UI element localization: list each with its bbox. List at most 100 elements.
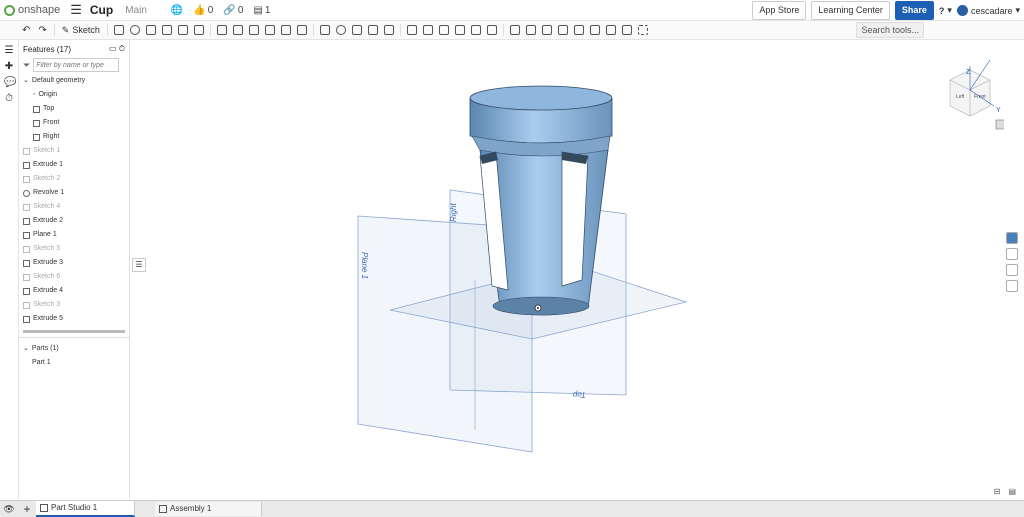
tab-part-studio-1[interactable]: Part Studio 1: [36, 501, 135, 517]
variables-table-icon[interactable]: [1006, 280, 1018, 292]
sketch-icon: [23, 245, 30, 253]
document-title[interactable]: Cup: [90, 3, 113, 17]
split-icon[interactable]: [351, 25, 362, 35]
menu-icon[interactable]: ☰: [70, 2, 82, 18]
help-menu[interactable]: ? ▾: [939, 5, 952, 16]
variable-icon[interactable]: [525, 25, 536, 35]
add-tab-icon[interactable]: +: [18, 502, 36, 516]
tab-manager-icon[interactable]: 👁: [0, 504, 18, 515]
geometry-item-front[interactable]: Front: [19, 116, 129, 130]
section-icon[interactable]: [557, 25, 568, 35]
pattern-icon[interactable]: [319, 25, 330, 35]
feature-item[interactable]: Extrude 5: [19, 312, 129, 326]
feature-item[interactable]: Extrude 1: [19, 158, 129, 172]
curve-icon[interactable]: [573, 25, 584, 35]
rib-icon[interactable]: [264, 25, 275, 35]
like-button[interactable]: 👍 0: [193, 5, 213, 16]
feature-item[interactable]: Sketch 4: [19, 200, 129, 214]
add-feature-icon[interactable]: ✚: [4, 62, 14, 72]
comments-icon[interactable]: 💬: [4, 78, 16, 88]
draft-icon[interactable]: [248, 25, 259, 35]
units-icon[interactable]: ▤: [1008, 487, 1016, 496]
geometry-item-top[interactable]: Top: [19, 102, 129, 116]
loft-icon[interactable]: [161, 25, 172, 35]
user-menu[interactable]: cescadare ▾: [956, 5, 1020, 16]
hole-icon[interactable]: [296, 25, 307, 35]
helix-icon[interactable]: [509, 25, 520, 35]
feature-item[interactable]: Extrude 4: [19, 284, 129, 298]
measure-icon[interactable]: [541, 25, 552, 35]
feature-item[interactable]: Extrude 2: [19, 214, 129, 228]
geometry-item-origin[interactable]: ◦ Origin: [19, 88, 129, 102]
bom-icon[interactable]: [1006, 264, 1018, 276]
feature-item[interactable]: Revolve 1: [19, 186, 129, 200]
feature-item[interactable]: Plane 1: [19, 228, 129, 242]
plane-icon: [33, 119, 40, 127]
part-cup[interactable]: [469, 85, 613, 316]
undo-icon[interactable]: ↶: [22, 25, 30, 36]
feature-item[interactable]: Sketch 1: [19, 144, 129, 158]
fillet-icon[interactable]: [216, 25, 227, 35]
transform-icon[interactable]: [367, 25, 378, 35]
view-cube[interactable]: Z Y Left Front: [949, 59, 1004, 130]
enclose-icon[interactable]: [193, 25, 204, 35]
plane-icon: [33, 133, 40, 141]
delete-part-icon[interactable]: [383, 25, 394, 35]
tab-assembly-1[interactable]: Assembly 1: [155, 502, 262, 516]
branch-label[interactable]: Main: [125, 5, 147, 16]
offset-surface-icon[interactable]: [454, 25, 465, 35]
history-icon[interactable]: ⏱: [4, 94, 14, 104]
geometry-item-right[interactable]: Right: [19, 130, 129, 144]
move-face-icon[interactable]: [422, 25, 433, 35]
mate-connector-icon[interactable]: [486, 25, 497, 35]
shell-icon[interactable]: [280, 25, 291, 35]
rollback-icon[interactable]: ⏱: [119, 44, 125, 53]
modify-fillet-icon[interactable]: [406, 25, 417, 35]
view-options-icon[interactable]: [995, 119, 1004, 130]
feature-item[interactable]: Extrude 3: [19, 256, 129, 270]
thicken-icon[interactable]: [177, 25, 188, 35]
globe-icon[interactable]: 🌐: [171, 5, 183, 16]
feature-list-panel: Features (17) ▭ ⏱ ⏷ ⌄ Default geometry ◦…: [19, 40, 130, 498]
configurations-icon[interactable]: [1006, 248, 1018, 260]
feature-list-scrollbar[interactable]: [23, 330, 125, 333]
panel-divider: [19, 337, 129, 338]
onshape-logo[interactable]: onshape: [4, 4, 60, 16]
feature-list-icon[interactable]: ☰: [4, 46, 14, 56]
extrude-icon[interactable]: [113, 25, 124, 35]
app-store-button[interactable]: App Store: [752, 1, 807, 20]
chamfer-icon[interactable]: [232, 25, 243, 35]
new-folder-icon[interactable]: ▭: [109, 44, 117, 53]
redo-icon[interactable]: ↷: [38, 25, 46, 36]
help-icon: ?: [938, 5, 945, 16]
sheet-metal-icon[interactable]: [589, 25, 600, 35]
mass-properties-icon[interactable]: ⊟: [994, 487, 1001, 496]
default-geometry-group[interactable]: ⌄ Default geometry: [19, 74, 129, 88]
sketch-button[interactable]: ✎ Sketch: [62, 25, 100, 36]
add-custom-feature-icon[interactable]: [637, 25, 648, 35]
replace-face-icon[interactable]: [438, 25, 449, 35]
frame-icon[interactable]: [605, 25, 616, 35]
versions-button[interactable]: ▤ 1: [253, 5, 270, 16]
feature-item[interactable]: Sketch 2: [19, 172, 129, 186]
surface-icon[interactable]: [621, 25, 632, 35]
learning-center-button[interactable]: Learning Center: [811, 1, 890, 20]
appearance-icon[interactable]: [1006, 232, 1018, 244]
sweep-icon[interactable]: [145, 25, 156, 35]
plane-icon[interactable]: [470, 25, 481, 35]
graphics-viewport[interactable]: Plane 1 Right Top Z Y Left Front: [130, 40, 1004, 498]
feature-item[interactable]: Sketch 3: [19, 298, 129, 312]
feature-item[interactable]: Sketch 5: [19, 242, 129, 256]
links-button[interactable]: 🔗 0: [223, 5, 243, 16]
part-item[interactable]: Part 1: [19, 356, 129, 370]
revolve-icon[interactable]: [129, 25, 140, 35]
boolean-icon[interactable]: [335, 25, 346, 35]
left-icon-strip: ☰ ✚ 💬 ⏱: [0, 40, 19, 500]
filter-input[interactable]: [33, 58, 120, 72]
search-tools-button[interactable]: Search tools...: [856, 22, 924, 38]
share-button[interactable]: Share: [894, 1, 934, 20]
feature-item[interactable]: Sketch 6: [19, 270, 129, 284]
parts-group[interactable]: ⌄ Parts (1): [19, 342, 129, 356]
sketch-label: Sketch: [72, 25, 100, 35]
filter-icon[interactable]: ⏷: [23, 60, 30, 71]
